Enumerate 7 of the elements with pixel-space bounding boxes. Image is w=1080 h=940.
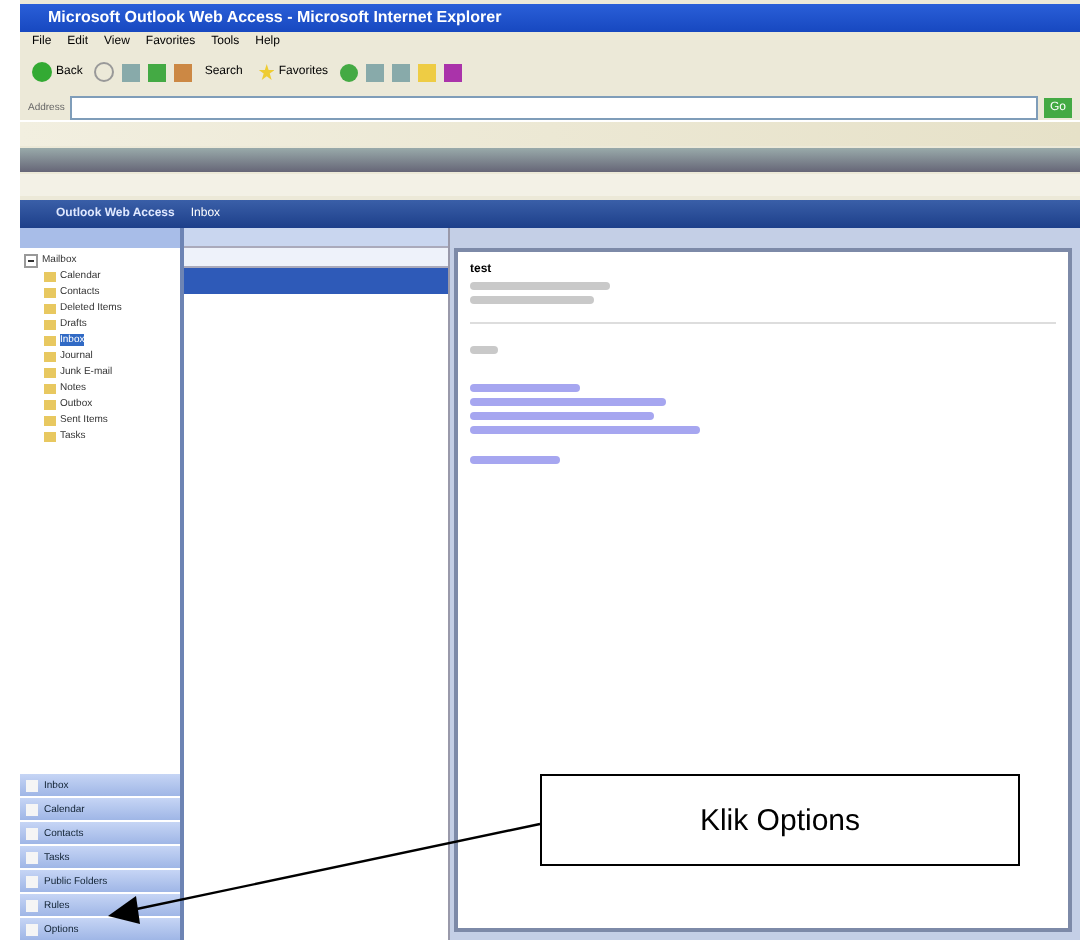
window-title: Microsoft Outlook Web Access - Microsoft Internet Explorer <box>20 4 1080 32</box>
blurred-text <box>470 282 610 290</box>
collapse-icon[interactable] <box>24 253 38 267</box>
blurred-text <box>470 346 498 354</box>
blurred-text <box>470 296 594 304</box>
callout-box: Klik Options <box>540 774 1020 866</box>
address-field[interactable] <box>70 95 1038 119</box>
